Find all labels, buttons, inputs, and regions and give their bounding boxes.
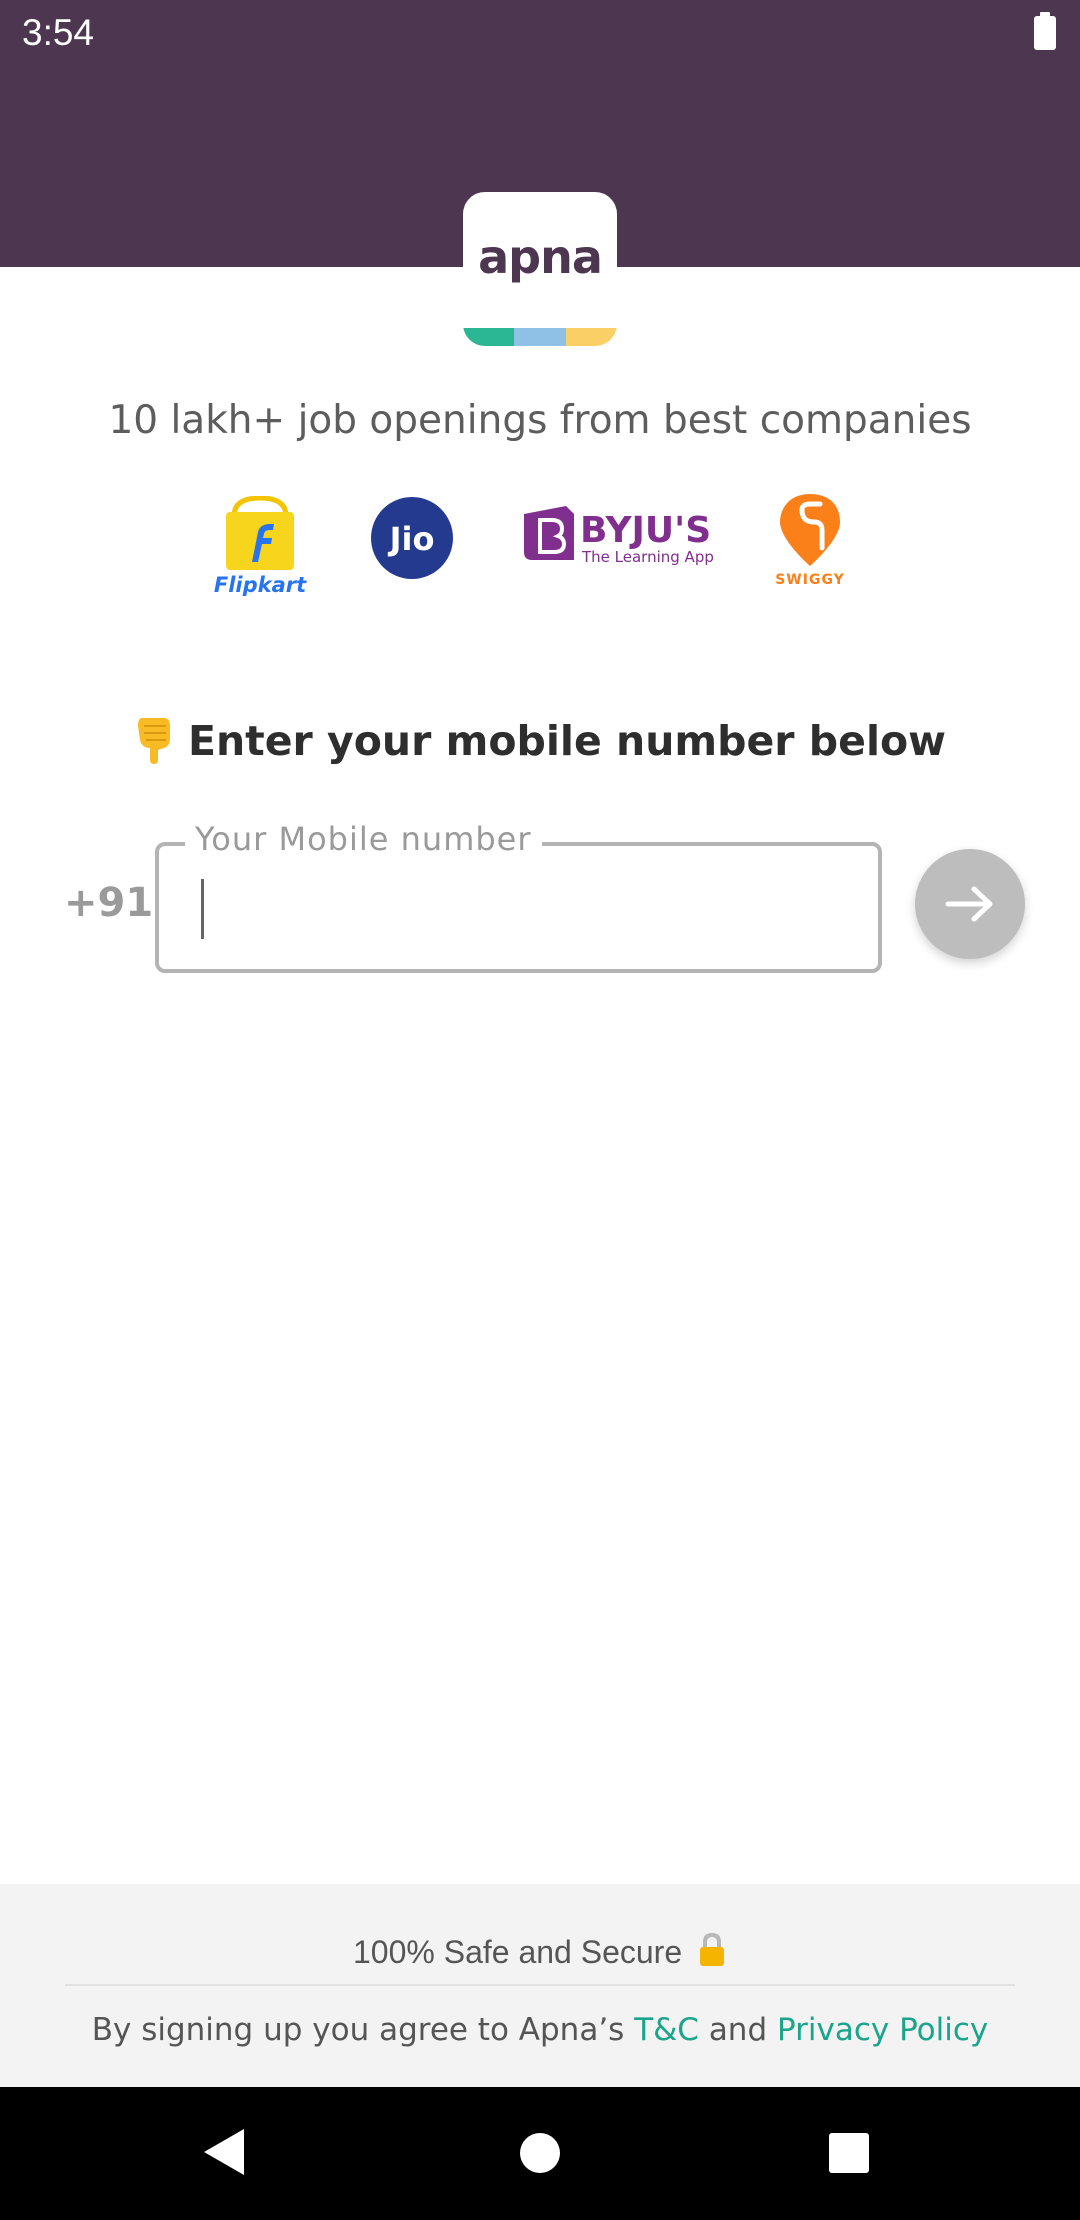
- footer: 100% Safe and Secure By signing up you a…: [0, 1884, 1080, 2087]
- footer-divider: [65, 1984, 1015, 1986]
- pointing-down-icon: [134, 714, 174, 774]
- country-code: +91: [64, 880, 154, 926]
- submit-button[interactable]: [915, 849, 1025, 959]
- status-bar: 3:54: [0, 0, 1080, 68]
- jio-wordmark: Jio: [388, 520, 435, 558]
- phone-field[interactable]: Your Mobile number: [155, 820, 882, 973]
- arrow-right-icon: [945, 886, 993, 922]
- secure-text: 100% Safe and Secure: [352, 1934, 683, 1970]
- swiggy-logo: SWIGGY: [768, 490, 852, 588]
- byjus-tagline: The Learning App: [581, 548, 714, 566]
- swiggy-wordmark: SWIGGY: [775, 572, 845, 586]
- text-caret: [201, 879, 204, 939]
- tnc-link[interactable]: T&C: [634, 2012, 699, 2048]
- byjus-logo: BYJU'S The Learning App: [520, 504, 720, 574]
- terms-prefix: By signing up you agree to Apna’s: [91, 2012, 625, 2048]
- lock-icon: [700, 1932, 724, 1966]
- logo-text: apna: [478, 230, 603, 284]
- prompt-text: Enter your mobile number below: [187, 717, 947, 765]
- headline: 10 lakh+ job openings from best companie…: [108, 398, 972, 443]
- byjus-wordmark: BYJU'S: [580, 510, 711, 551]
- nav-bar: [0, 2087, 1080, 2220]
- flipkart-wordmark: Flipkart: [214, 573, 307, 596]
- privacy-policy-link[interactable]: Privacy Policy: [777, 2012, 988, 2048]
- terms-text: By signing up you agree to Apna’s T&C an…: [0, 2012, 1080, 2048]
- status-time: 3:54: [22, 12, 95, 53]
- mobile-number-input[interactable]: [199, 876, 839, 938]
- prompt-heading: Enter your mobile number below: [0, 714, 1080, 774]
- jio-logo: Jio: [370, 496, 454, 580]
- terms-and: and: [708, 2012, 768, 2048]
- secure-note: 100% Safe and Secure: [0, 1932, 1080, 1971]
- recents-icon[interactable]: [828, 2132, 870, 2178]
- apna-logo: apna: [463, 192, 617, 346]
- home-icon[interactable]: [519, 2132, 561, 2178]
- phone-label: Your Mobile number: [185, 820, 542, 858]
- battery-icon: [1034, 12, 1056, 50]
- flipkart-logo: Flipkart: [212, 495, 308, 597]
- logo-stripes: [463, 328, 617, 346]
- back-icon[interactable]: [200, 2127, 248, 2181]
- company-logos: Flipkart Jio BYJU'S The Learning App SWI…: [0, 490, 1080, 600]
